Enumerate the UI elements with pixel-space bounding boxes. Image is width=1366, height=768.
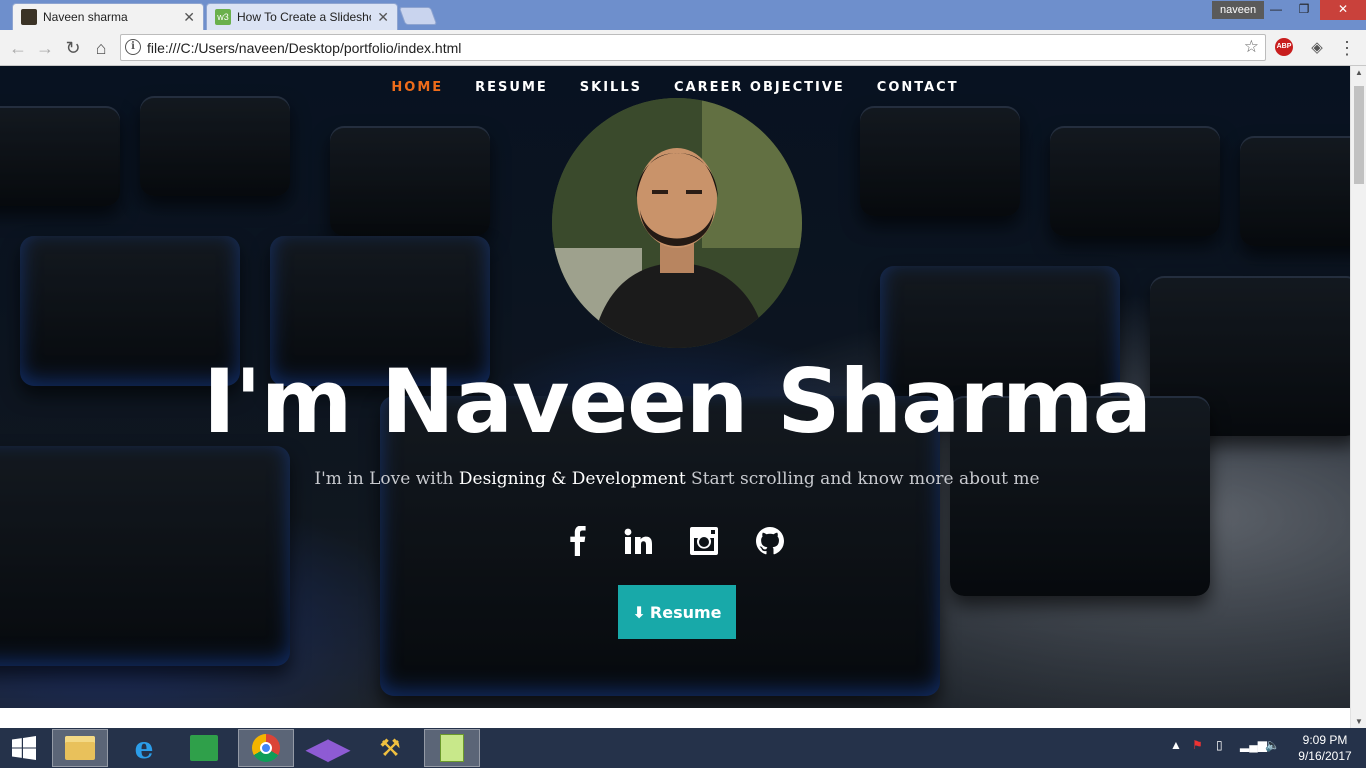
url-text[interactable]: file:///C:/Users/naveen/Desktop/portfoli… (147, 40, 461, 56)
windows-taskbar: e ◀▶ ⚒ ▲ ⚑ ▯ ▂▄▆ 🔈 9:09 PM 9/16/2017 (0, 728, 1366, 768)
tab-close-icon[interactable]: ✕ (377, 9, 389, 26)
system-clock[interactable]: 9:09 PM 9/16/2017 (1290, 732, 1360, 764)
network-icon[interactable]: ▂▄▆ (1240, 738, 1267, 752)
adblock-plus-icon[interactable]: ABP (1275, 38, 1293, 56)
scrollbar-thumb[interactable] (1354, 86, 1364, 184)
info-icon[interactable]: i (125, 39, 141, 55)
page-hero: HOME RESUME SKILLS CAREER OBJECTIVE CONT… (0, 66, 1350, 708)
extension-icon[interactable]: ◈ (1306, 37, 1328, 59)
restore-icon[interactable]: ❐ (1290, 0, 1318, 20)
tab-slideshow[interactable]: w3 How To Create a Slideshow ✕ (206, 3, 398, 30)
nav-career-objective[interactable]: CAREER OBJECTIVE (674, 80, 845, 95)
notepad-plus-icon[interactable] (424, 729, 480, 767)
browser-toolbar: ← → ↻ ⌂ i file:///C:/Users/naveen/Deskto… (0, 30, 1366, 66)
tray-overflow-icon[interactable]: ▲ (1170, 738, 1182, 752)
resume-button-label: Resume (649, 602, 722, 622)
nav-home[interactable]: HOME (391, 80, 443, 95)
linkedin-icon[interactable] (620, 521, 656, 561)
instagram-icon[interactable] (686, 521, 722, 561)
new-tab-button[interactable] (398, 7, 438, 25)
forward-icon[interactable]: → (34, 37, 56, 59)
windows-start-icon[interactable] (0, 729, 48, 767)
scroll-down-icon[interactable]: ▼ (1351, 717, 1366, 726)
profile-user-badge[interactable]: naveen (1212, 1, 1265, 19)
visual-studio-icon[interactable]: ◀▶ (300, 729, 356, 767)
tab-title: How To Create a Slideshow (237, 10, 372, 24)
hero-title: I'm Naveen Sharma (203, 350, 1152, 453)
profile-avatar (552, 98, 802, 348)
bookmark-star-icon[interactable]: ☆ (1244, 37, 1259, 57)
clock-date: 9/16/2017 (1298, 749, 1352, 763)
tagline-prefix: I'm in Love with (314, 469, 459, 489)
action-center-icon[interactable]: ⚑ (1192, 738, 1203, 752)
tagline-highlight: Designing & Development (458, 469, 686, 489)
tab-close-icon[interactable]: ✕ (183, 9, 195, 26)
close-window-icon[interactable]: ✕ (1320, 0, 1366, 20)
menu-icon[interactable]: ⋮ (1336, 37, 1358, 59)
tagline-suffix: Start scrolling and know more about me (685, 469, 1040, 489)
hero-tagline: I'm in Love with Designing & Development… (0, 469, 1350, 489)
clock-time: 9:09 PM (1302, 733, 1348, 747)
browser-titlebar: Naveen sharma ✕ w3 How To Create a Slide… (0, 0, 1366, 30)
facebook-icon[interactable] (560, 521, 596, 561)
address-bar[interactable]: i file:///C:/Users/naveen/Desktop/portfo… (120, 34, 1266, 61)
reload-icon[interactable]: ↻ (62, 37, 84, 59)
nav-contact[interactable]: CONTACT (877, 80, 959, 95)
github-icon[interactable] (752, 521, 788, 561)
home-icon[interactable]: ⌂ (90, 37, 112, 59)
main-nav: HOME RESUME SKILLS CAREER OBJECTIVE CONT… (0, 80, 1350, 95)
tab-naveen-sharma[interactable]: Naveen sharma ✕ (12, 3, 204, 30)
battery-icon[interactable]: ▯ (1216, 738, 1223, 752)
file-explorer-icon[interactable] (52, 729, 108, 767)
tools-icon[interactable]: ⚒ (362, 729, 418, 767)
profile-favicon-icon (21, 9, 37, 25)
nav-resume[interactable]: RESUME (475, 80, 548, 95)
internet-explorer-icon[interactable]: e (116, 729, 172, 767)
back-icon[interactable]: ← (7, 37, 29, 59)
download-icon: ⬇ (632, 602, 646, 622)
minimize-icon[interactable]: — (1262, 0, 1290, 20)
scroll-up-icon[interactable]: ▲ (1351, 68, 1366, 77)
tab-title: Naveen sharma (43, 10, 128, 24)
social-links (558, 521, 798, 561)
windows-store-icon[interactable] (176, 729, 232, 767)
w3schools-favicon-icon: w3 (215, 9, 231, 25)
download-resume-button[interactable]: ⬇ Resume (618, 585, 736, 639)
nav-skills[interactable]: SKILLS (580, 80, 642, 95)
page-scrollbar[interactable]: ▲ ▼ (1350, 66, 1366, 728)
page-below-fold (0, 708, 1350, 728)
chrome-icon[interactable] (238, 729, 294, 767)
volume-icon[interactable]: 🔈 (1265, 738, 1280, 752)
